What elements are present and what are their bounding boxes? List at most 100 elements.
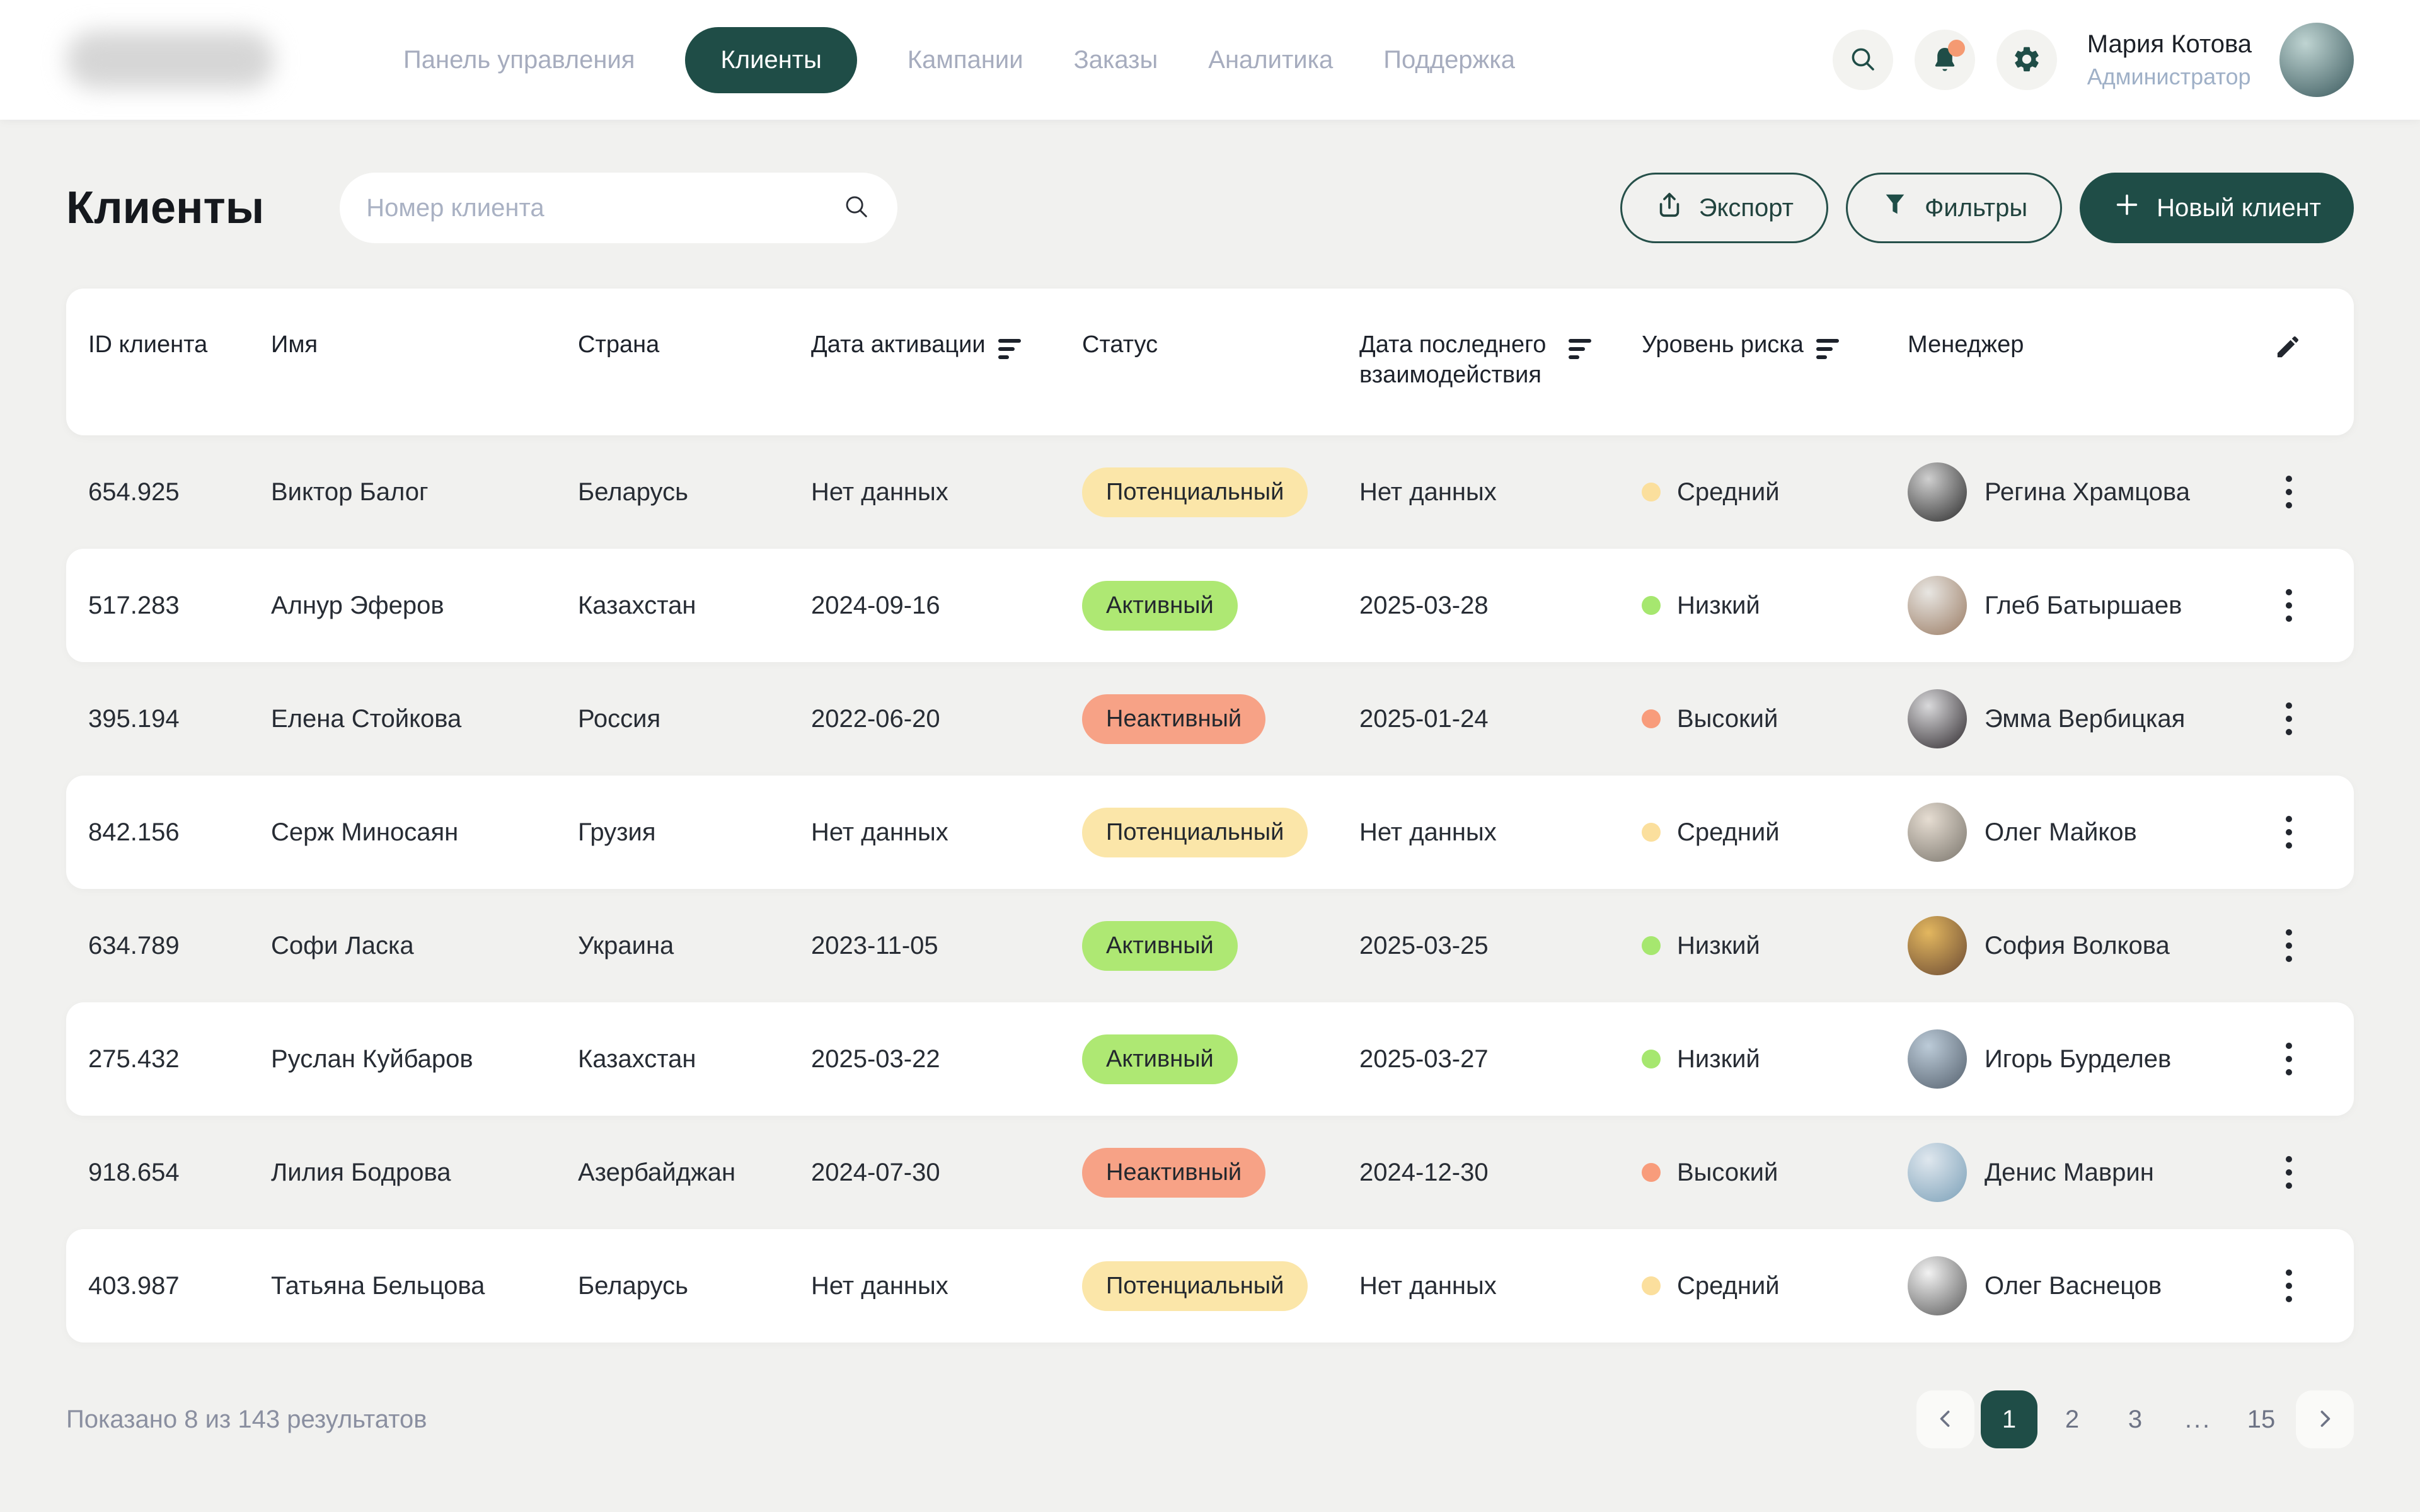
notification-badge <box>1948 40 1965 57</box>
manager-name: София Волкова <box>1985 932 2170 960</box>
column-header-label: Статус <box>1082 330 1158 360</box>
risk-label: Высокий <box>1677 705 1778 733</box>
last-interaction-date: 2025-03-28 <box>1359 592 1642 620</box>
client-name: Лилия Бодрова <box>271 1159 578 1187</box>
nav-item-5[interactable]: Аналитика <box>1208 46 1333 74</box>
pagination-pages: 123...15 <box>1981 1390 2290 1448</box>
edit-columns-icon[interactable] <box>2273 330 2302 370</box>
table-row[interactable]: 517.283 Алнур Эферов Казахстан 2024-09-1… <box>66 549 2354 662</box>
page-button-current[interactable]: 1 <box>1981 1390 2037 1448</box>
chevron-left-icon <box>1932 1405 1959 1435</box>
nav-item-6[interactable]: Поддержка <box>1383 46 1515 74</box>
nav-settings-button[interactable] <box>1997 30 2057 90</box>
prev-page-button[interactable] <box>1916 1390 1974 1448</box>
new-client-button[interactable]: Новый клиент <box>2080 173 2354 243</box>
page-button[interactable]: 15 <box>2233 1390 2290 1448</box>
column-header-label: Дата активации <box>811 330 986 360</box>
status-badge: Неактивный <box>1082 1148 1265 1198</box>
manager-name: Денис Маврин <box>1985 1159 2154 1187</box>
column-header: Дата последнего взаимодействия <box>1359 289 1642 390</box>
clients-table: ID клиента Имя Страна Дата активации Ста… <box>66 289 2354 1343</box>
manager-avatar <box>1908 462 1967 522</box>
chevron-right-icon <box>2311 1405 2339 1435</box>
last-interaction-date: Нет данных <box>1359 818 1642 847</box>
user-name: Мария Котова <box>2087 30 2252 59</box>
row-menu-button[interactable] <box>2273 581 2305 629</box>
sort-icon[interactable] <box>1569 339 1591 359</box>
client-country: Украина <box>578 932 811 960</box>
risk-label: Средний <box>1677 478 1780 507</box>
client-country: Беларусь <box>578 478 811 507</box>
client-name: Виктор Балог <box>271 478 578 507</box>
risk-dot <box>1642 596 1661 615</box>
pagination: 123...15 <box>1916 1390 2354 1448</box>
risk-dot <box>1642 709 1661 728</box>
client-name: Софи Ласка <box>271 932 578 960</box>
client-name: Руслан Куйбаров <box>271 1045 578 1074</box>
column-header: Дата активации <box>811 289 1082 360</box>
nav-search-button[interactable] <box>1833 30 1893 90</box>
risk-label: Средний <box>1677 1272 1780 1300</box>
table-row[interactable]: 403.987 Татьяна Бельцова Беларусь Нет да… <box>66 1229 2354 1343</box>
row-menu-button[interactable] <box>2273 1035 2305 1083</box>
last-interaction-date: 2025-03-27 <box>1359 1045 1642 1074</box>
risk-label: Средний <box>1677 818 1780 847</box>
client-country: Россия <box>578 705 811 733</box>
row-menu-button[interactable] <box>2273 922 2305 970</box>
toolbar: Клиенты Экспорт Фильтры <box>66 173 2354 243</box>
manager-avatar <box>1908 1256 1967 1315</box>
client-id: 395.194 <box>88 705 271 733</box>
next-page-button[interactable] <box>2296 1390 2354 1448</box>
activation-date: 2025-03-22 <box>811 1045 1082 1074</box>
sort-icon[interactable] <box>1816 339 1839 359</box>
risk-dot <box>1642 1163 1661 1182</box>
row-menu-button[interactable] <box>2273 1148 2305 1196</box>
row-menu-button[interactable] <box>2273 1262 2305 1310</box>
page-button[interactable]: 3 <box>2107 1390 2164 1448</box>
client-search-input[interactable] <box>366 194 842 222</box>
nav-notifications-button[interactable] <box>1915 30 1975 90</box>
table-row[interactable]: 918.654 Лилия Бодрова Азербайджан 2024-0… <box>66 1116 2354 1229</box>
table-row[interactable]: 395.194 Елена Стойкова Россия 2022-06-20… <box>66 662 2354 776</box>
row-menu-button[interactable] <box>2273 468 2305 516</box>
client-id: 842.156 <box>88 818 271 847</box>
client-id: 634.789 <box>88 932 271 960</box>
table-row[interactable]: 654.925 Виктор Балог Беларусь Нет данных… <box>66 435 2354 549</box>
sort-icon[interactable] <box>998 339 1021 359</box>
export-label: Экспорт <box>1699 194 1794 222</box>
activation-date: Нет данных <box>811 818 1082 847</box>
row-menu-button[interactable] <box>2273 808 2305 856</box>
nav-item-4[interactable]: Заказы <box>1074 46 1158 74</box>
manager-name: Олег Васнецов <box>1985 1272 2162 1300</box>
nav-item-1[interactable]: Панель управления <box>403 46 635 74</box>
risk-label: Низкий <box>1677 592 1760 620</box>
row-menu-button[interactable] <box>2273 695 2305 743</box>
table-row[interactable]: 842.156 Серж Миносаян Грузия Нет данных … <box>66 776 2354 889</box>
manager-name: Игорь Бурделев <box>1985 1045 2171 1074</box>
manager-avatar <box>1908 576 1967 635</box>
client-country: Беларусь <box>578 1272 811 1300</box>
risk-dot <box>1642 823 1661 842</box>
nav-item-3[interactable]: Кампании <box>908 46 1023 74</box>
table-row[interactable]: 275.432 Руслан Куйбаров Казахстан 2025-0… <box>66 1002 2354 1116</box>
status-badge: Потенциальный <box>1082 467 1308 517</box>
risk-dot <box>1642 936 1661 955</box>
column-header-label: ID клиента <box>88 330 207 360</box>
filters-button[interactable]: Фильтры <box>1846 173 2062 243</box>
page-button[interactable]: 2 <box>2044 1390 2100 1448</box>
column-header-label: Уровень риска <box>1642 330 1804 360</box>
status-badge: Активный <box>1082 921 1238 971</box>
export-button[interactable]: Экспорт <box>1620 173 1828 243</box>
activation-date: 2024-07-30 <box>811 1159 1082 1187</box>
table-row[interactable]: 634.789 Софи Ласка Украина 2023-11-05 Ак… <box>66 889 2354 1002</box>
last-interaction-date: 2025-01-24 <box>1359 705 1642 733</box>
export-icon <box>1655 190 1684 226</box>
logo-blurred <box>66 31 274 89</box>
client-name: Елена Стойкова <box>271 705 578 733</box>
nav-item-2[interactable]: Клиенты <box>685 27 856 93</box>
user-avatar[interactable] <box>2279 23 2354 97</box>
activation-date: 2024-09-16 <box>811 592 1082 620</box>
risk-label: Низкий <box>1677 1045 1760 1074</box>
main-content: Клиенты Экспорт Фильтры <box>0 173 2420 1448</box>
nav-links: Панель управления Клиенты Кампании Заказы Ан… <box>403 27 1515 93</box>
